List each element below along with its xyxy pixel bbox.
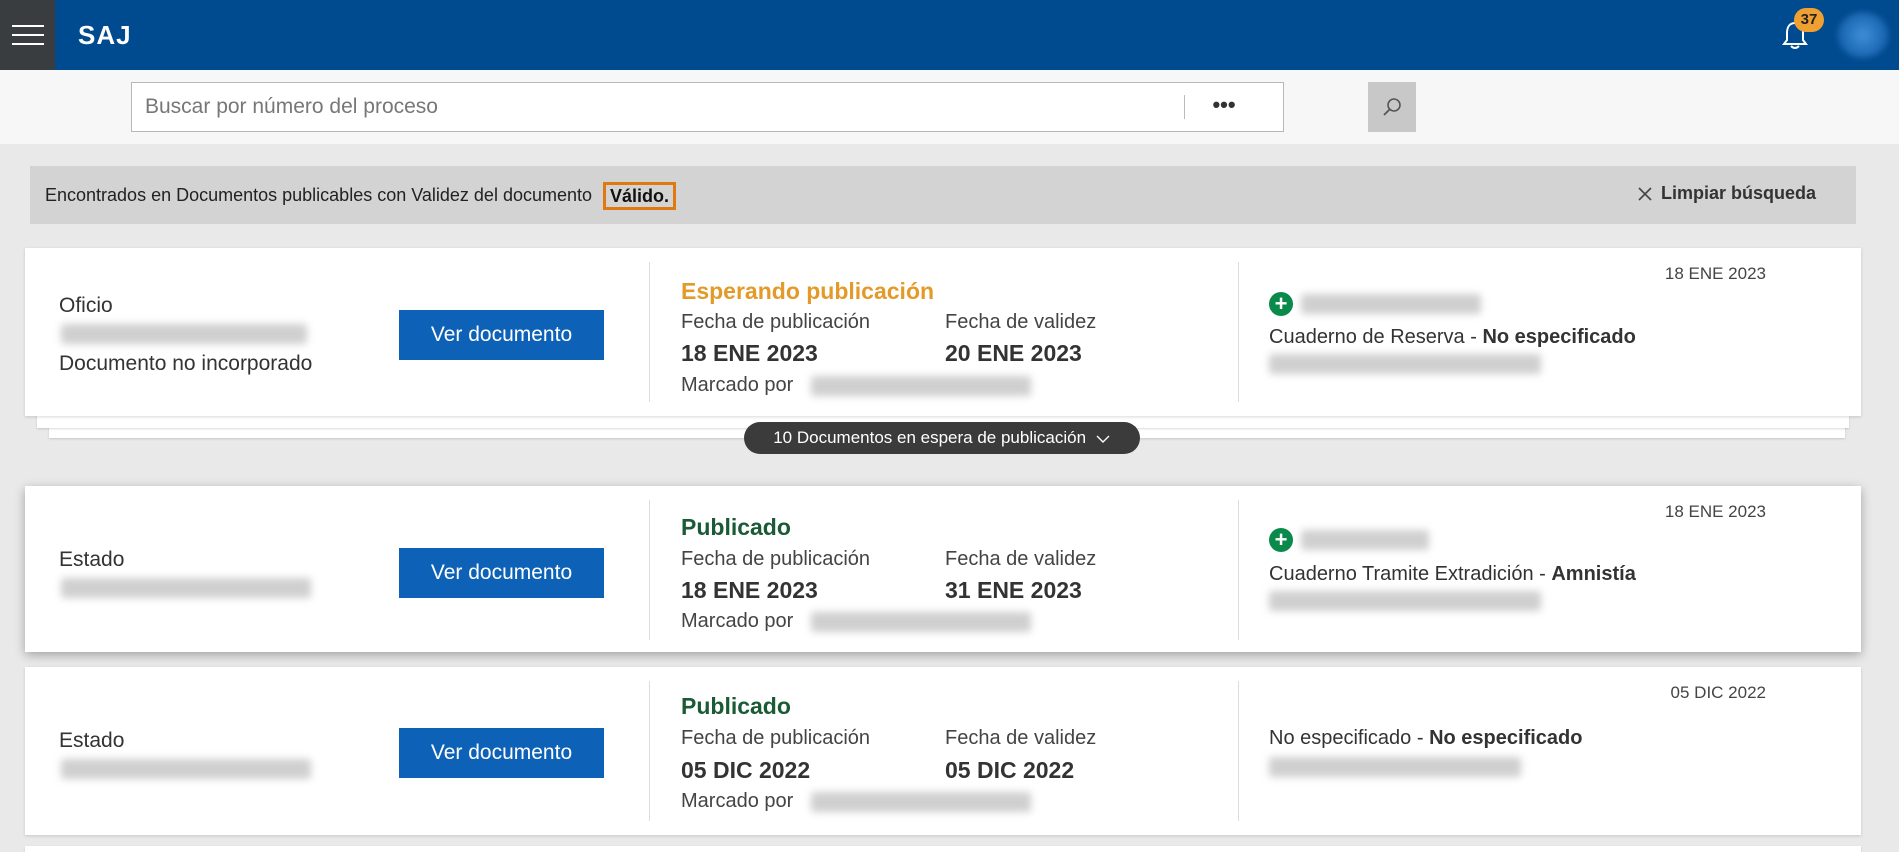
search-icon (1383, 98, 1401, 116)
search-button[interactable] (1368, 82, 1416, 132)
cuaderno-info: Cuaderno Tramite Extradición - Amnistía (1269, 563, 1636, 585)
status-label: Publicado (681, 693, 791, 719)
validity-date: 05 DIC 2022 (945, 757, 1075, 783)
publication-date-label: Fecha de publicación (681, 548, 871, 570)
publication-date: 18 ENE 2023 (681, 340, 818, 366)
clear-search-label: Limpiar búsqueda (1661, 183, 1817, 203)
view-document-button[interactable]: Ver documento (399, 310, 604, 360)
pending-documents-toggle[interactable]: 10 Documentos en espera de publicación (744, 422, 1140, 454)
view-document-button[interactable]: Ver documento (399, 728, 604, 778)
validity-date-label: Fecha de validez (945, 311, 1097, 333)
filter-value: Válido (610, 186, 665, 206)
add-icon[interactable]: + (1269, 528, 1293, 552)
validity-date-label: Fecha de validez (945, 727, 1097, 749)
document-type: Estado (59, 548, 125, 571)
marked-by-label: Marcado por (681, 790, 794, 812)
card-divider (1238, 681, 1239, 821)
document-type: Estado (59, 729, 125, 752)
party-name-redacted (1301, 294, 1481, 314)
status-label: Esperando publicación (681, 278, 935, 304)
top-bar: SAJ 37 (0, 0, 1899, 70)
publication-date-label: Fecha de publicación (681, 311, 871, 333)
publication-date: 05 DIC 2022 (681, 757, 811, 783)
document-id-redacted (61, 759, 311, 779)
document-card: Estado Ver documento Publicado Fecha de … (25, 486, 1861, 652)
marked-by-redacted (811, 376, 1031, 396)
validity-date-label: Fecha de validez (945, 548, 1097, 570)
card-divider (649, 262, 650, 402)
pending-documents-label: 10 Documentos en espera de publicación (773, 428, 1087, 447)
validity-date: 20 ENE 2023 (945, 340, 1082, 366)
cuaderno-name: Cuaderno Tramite Extradición (1269, 563, 1534, 585)
add-icon[interactable]: + (1269, 292, 1293, 316)
filter-value-highlight: Válido. (603, 182, 677, 210)
marked-by-label: Marcado por (681, 374, 794, 396)
more-options-button[interactable]: ••• (1198, 91, 1250, 123)
cuaderno-name: No especificado (1269, 727, 1412, 749)
hamburger-menu-icon[interactable] (0, 0, 55, 70)
cuaderno-info: Cuaderno de Reserva - No especificado (1269, 326, 1636, 348)
search-strip: ••• (0, 70, 1899, 144)
party-name-redacted (1301, 530, 1429, 550)
document-card: Oficio Documento no incorporado Ver docu… (25, 248, 1861, 416)
cuaderno-name: Cuaderno de Reserva (1269, 326, 1465, 348)
filter-summary-bar: Encontrados en Documentos publicables co… (30, 166, 1856, 224)
app-logo[interactable]: SAJ (78, 20, 132, 51)
clear-search-button[interactable]: Limpiar búsqueda (1638, 183, 1816, 204)
card-divider (1238, 262, 1239, 402)
user-avatar[interactable] (1837, 12, 1889, 58)
publication-date-label: Fecha de publicación (681, 727, 871, 749)
document-id-redacted (61, 578, 311, 598)
cuaderno-detail-redacted (1269, 591, 1541, 611)
search-box: ••• (131, 82, 1416, 132)
validity-date: 31 ENE 2023 (945, 577, 1082, 603)
document-date: 05 DIC 2022 (1670, 683, 1766, 702)
document-note: Documento no incorporado (59, 352, 313, 375)
filter-suffix: . (664, 186, 670, 206)
card-divider (649, 500, 650, 640)
marked-by-label: Marcado por (681, 610, 794, 632)
cuaderno-value: No especificado (1482, 326, 1636, 348)
card-divider (649, 681, 650, 821)
publication-date: 18 ENE 2023 (681, 577, 818, 603)
cuaderno-info: No especificado - No especificado (1269, 727, 1583, 749)
document-date: 18 ENE 2023 (1664, 264, 1766, 283)
chevron-down-icon (1096, 435, 1110, 443)
status-label: Publicado (681, 514, 791, 540)
card-divider (1238, 500, 1239, 640)
document-card: Estado Ver documento Publicado Fecha de … (25, 667, 1861, 835)
document-date: 18 ENE 2023 (1664, 502, 1766, 521)
notification-count-badge[interactable]: 37 (1794, 8, 1824, 32)
close-icon (1638, 186, 1652, 201)
document-type: Oficio (59, 294, 113, 317)
document-id-redacted (61, 324, 307, 344)
cuaderno-detail-redacted (1269, 757, 1521, 777)
search-input[interactable] (145, 83, 1145, 131)
search-divider (1184, 95, 1185, 119)
marked-by-redacted (811, 612, 1031, 632)
cuaderno-value: No especificado (1429, 727, 1583, 749)
cuaderno-value: Amnistía (1551, 563, 1636, 585)
marked-by-redacted (811, 792, 1031, 812)
cuaderno-detail-redacted (1269, 354, 1541, 374)
next-document-card-edge (25, 846, 1861, 852)
filter-description: Encontrados en Documentos publicables co… (45, 185, 593, 205)
view-document-button[interactable]: Ver documento (399, 548, 604, 598)
